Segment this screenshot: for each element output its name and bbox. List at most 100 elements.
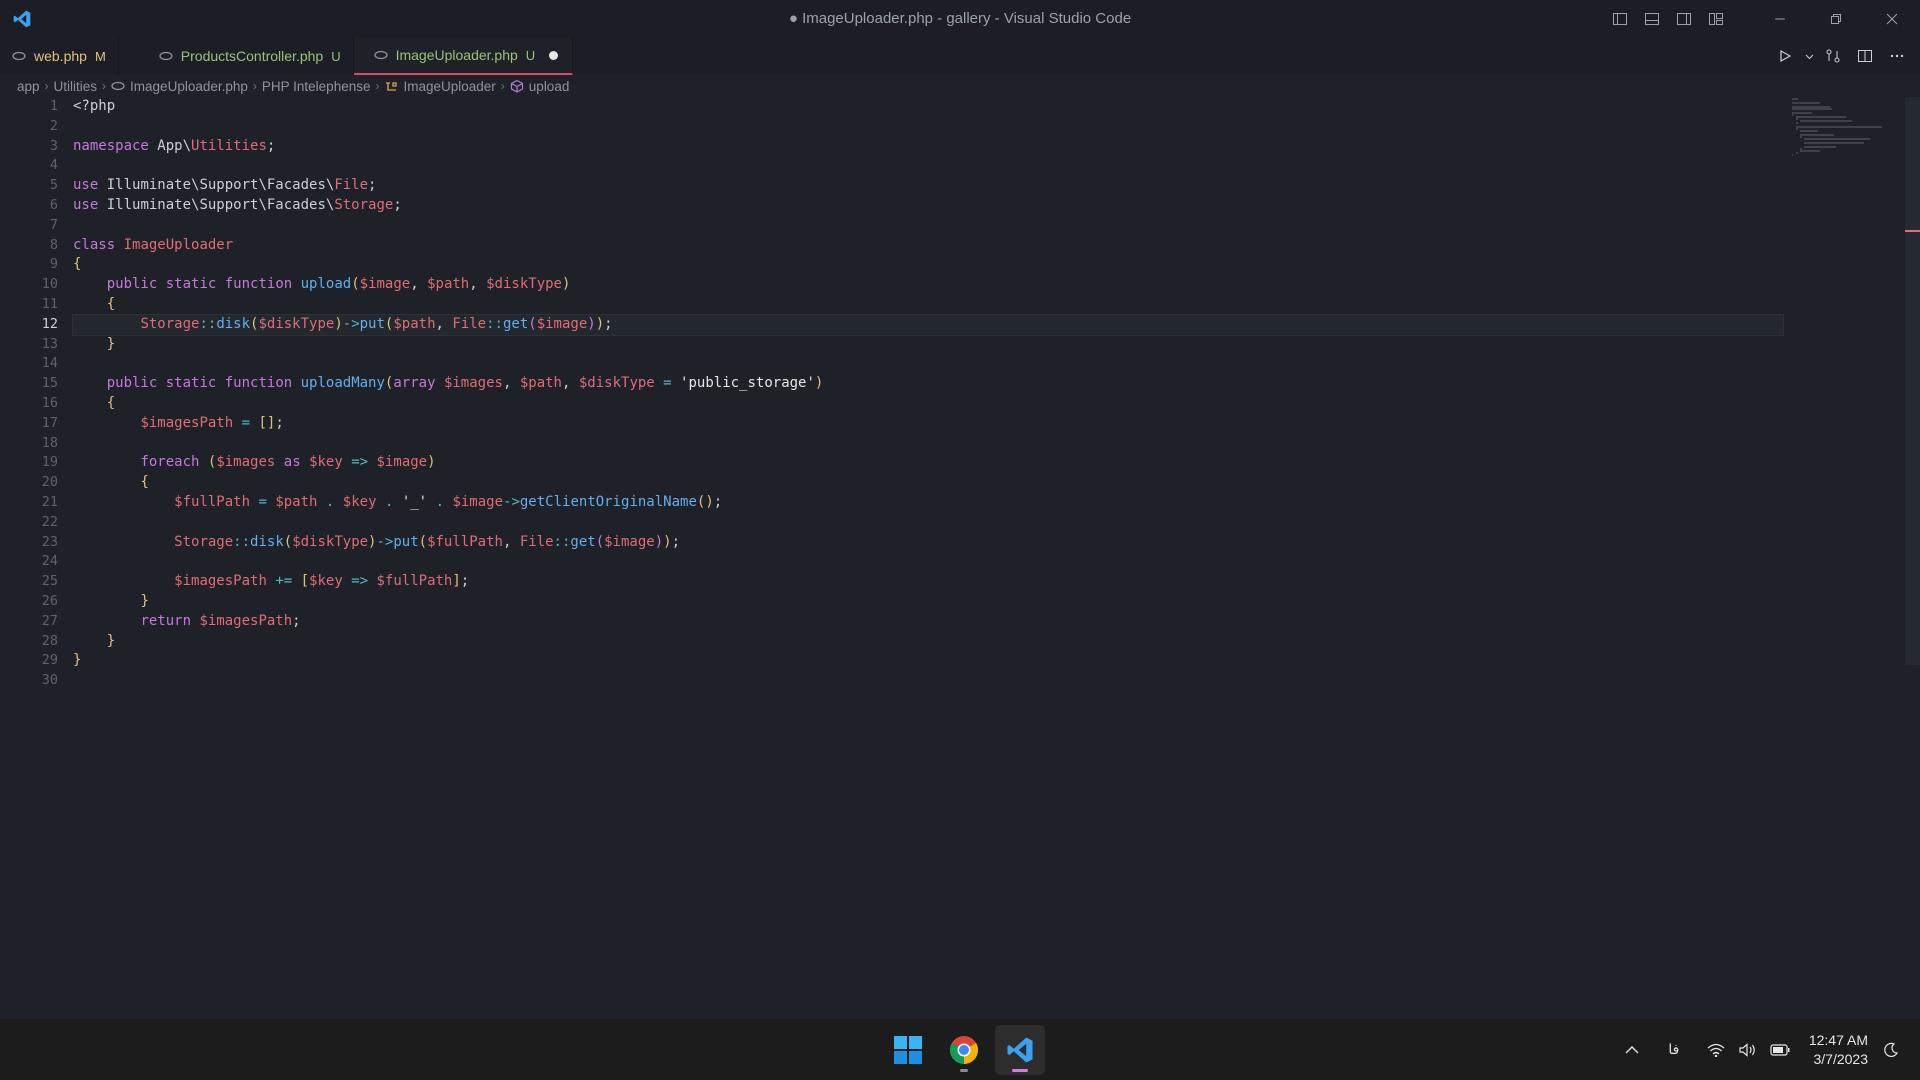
line-number: 7	[49, 216, 58, 233]
scrollbar-change-marker	[1905, 230, 1920, 232]
tab-image-uploader[interactable]: ImageUploader.php U	[353, 37, 574, 75]
toggle-secondary-sidebar-icon[interactable]	[1668, 0, 1700, 37]
tab-label: ImageUploader.php	[395, 47, 518, 63]
code-line[interactable]: ​	[73, 552, 1783, 572]
chevron-right-icon: ›	[102, 79, 107, 93]
code-line[interactable]: {	[73, 255, 1783, 275]
moon-icon[interactable]	[1876, 1030, 1906, 1070]
line-number: 25	[41, 573, 58, 590]
line-number: 17	[41, 414, 58, 431]
code-line[interactable]: ​	[73, 671, 1783, 691]
chevron-down-icon[interactable]	[1802, 37, 1816, 75]
compare-changes-icon[interactable]	[1818, 37, 1848, 75]
chevron-right-icon: ›	[252, 79, 257, 93]
code-line[interactable]: class ImageUploader	[73, 236, 1783, 256]
customize-layout-icon[interactable]	[1700, 0, 1732, 37]
line-number: 9	[49, 256, 58, 273]
line-number: 10	[41, 276, 58, 293]
line-number: 1	[49, 98, 58, 114]
breadcrumb-item-app[interactable]: app	[17, 79, 40, 94]
clock[interactable]: 12:47 AM 3/7/2023	[1809, 1031, 1868, 1069]
code-editor[interactable]: 1 2 3 4 5 6 7 8 9 10 11 12 13 14 15 16 1…	[0, 97, 1905, 1019]
code-line[interactable]: public static function upload($image, $p…	[73, 275, 1783, 295]
battery-icon[interactable]	[1765, 1030, 1795, 1070]
code-line[interactable]: }	[73, 651, 1783, 671]
minimap[interactable]	[1790, 97, 1900, 177]
line-number: 2	[49, 117, 58, 134]
line-number: 28	[41, 632, 58, 649]
php-file-icon	[12, 51, 26, 61]
code-line[interactable]: public static function uploadMany(array …	[73, 374, 1783, 394]
code-line[interactable]: {	[73, 394, 1783, 414]
line-number: 3	[49, 137, 58, 154]
vscode-icon	[1007, 1037, 1033, 1062]
line-number: 30	[41, 672, 58, 689]
restore-icon[interactable]	[1808, 0, 1864, 37]
line-number: 29	[41, 652, 58, 669]
toggle-primary-sidebar-icon[interactable]	[1604, 0, 1636, 37]
code-line[interactable]: $imagesPath = [];	[73, 414, 1783, 434]
code-line[interactable]: $imagesPath += [$key => $fullPath];	[73, 572, 1783, 592]
line-number: 6	[49, 196, 58, 213]
editor-scrollbar[interactable]	[1905, 97, 1920, 665]
line-number: 11	[41, 295, 58, 312]
line-number: 14	[41, 355, 58, 372]
breadcrumb-item-class[interactable]: ImageUploader	[384, 79, 496, 94]
more-actions-icon[interactable]	[1882, 37, 1912, 75]
split-editor-icon[interactable]	[1850, 37, 1880, 75]
run-icon[interactable]	[1770, 37, 1800, 75]
minimize-icon[interactable]	[1752, 0, 1808, 37]
line-number: 27	[41, 612, 58, 629]
chevron-up-icon[interactable]	[1617, 1030, 1647, 1070]
breadcrumb-item-file[interactable]: ImageUploader.php	[111, 79, 248, 94]
code-line[interactable]: }	[73, 592, 1783, 612]
php-file-icon	[111, 81, 125, 91]
code-line[interactable]: ​	[73, 156, 1783, 176]
clock-date: 3/7/2023	[1813, 1050, 1869, 1067]
code-line[interactable]: ​	[73, 117, 1783, 137]
code-line[interactable]: return $imagesPath;	[73, 612, 1783, 632]
close-window-icon[interactable]	[1864, 0, 1920, 37]
unsaved-dot-icon[interactable]	[549, 50, 559, 60]
tab-products-controller[interactable]: ProductsController.php U	[119, 37, 354, 75]
windows-start-icon	[894, 1035, 922, 1064]
breadcrumb-item-method[interactable]: upload	[510, 79, 569, 94]
breadcrumb-item-language[interactable]: PHP Intelephense	[262, 79, 371, 94]
code-line[interactable]: foreach ($images as $key => $image)	[73, 453, 1783, 473]
line-number: 5	[49, 177, 58, 194]
code-line[interactable]: {	[73, 295, 1783, 315]
code-line[interactable]: use Illuminate\Support\Facades\File;	[73, 176, 1783, 196]
tab-web-php[interactable]: web.php M	[0, 37, 119, 75]
code-line[interactable]: ​	[73, 216, 1783, 236]
volume-icon[interactable]	[1733, 1030, 1763, 1070]
code-line[interactable]: $fullPath = $path . $key . '_' . $image-…	[73, 493, 1783, 513]
clock-time: 12:47 AM	[1808, 1031, 1868, 1048]
vscode-logo-icon[interactable]	[0, 0, 44, 37]
code-line[interactable]: Storage::disk($diskType)->put($fullPath,…	[73, 533, 1783, 553]
start-button[interactable]	[883, 1025, 933, 1075]
chrome-icon	[950, 1035, 978, 1064]
code-line[interactable]: ​	[73, 434, 1783, 454]
code-line[interactable]: ​	[73, 513, 1783, 533]
line-number: 8	[49, 236, 58, 253]
code-line[interactable]: }	[73, 632, 1783, 652]
code-line[interactable]: <?php	[73, 97, 1783, 117]
code-line[interactable]: }	[73, 335, 1783, 355]
breadcrumb-item-utilities[interactable]: Utilities	[54, 79, 98, 94]
code-line[interactable]: use Illuminate\Support\Facades\Storage;	[73, 196, 1783, 216]
breadcrumb: app › Utilities › ImageUploader.php › PH…	[0, 75, 1780, 97]
code-line[interactable]: ​	[73, 354, 1783, 374]
wifi-icon[interactable]	[1701, 1030, 1731, 1070]
code-line[interactable]: {	[73, 473, 1783, 493]
code-line-current[interactable]: Storage::disk($diskType)->put($path, Fil…	[72, 313, 1784, 336]
taskbar-app-chrome[interactable]	[939, 1025, 989, 1075]
git-status-badge: U	[331, 48, 341, 64]
code-lines[interactable]: <?php​namespace App\Utilities;​use Illum…	[72, 97, 1784, 691]
editor-tabs: web.php M ProductsController.php U Image…	[0, 37, 1920, 75]
php-file-icon	[159, 51, 173, 61]
taskbar-app-vscode[interactable]	[995, 1024, 1045, 1075]
windows-taskbar: فا 12:47 AM 3/7/2023	[0, 1019, 1920, 1080]
toggle-panel-icon[interactable]	[1636, 0, 1668, 37]
input-language[interactable]: فا	[1649, 1030, 1699, 1070]
code-line[interactable]: namespace App\Utilities;	[73, 137, 1783, 157]
